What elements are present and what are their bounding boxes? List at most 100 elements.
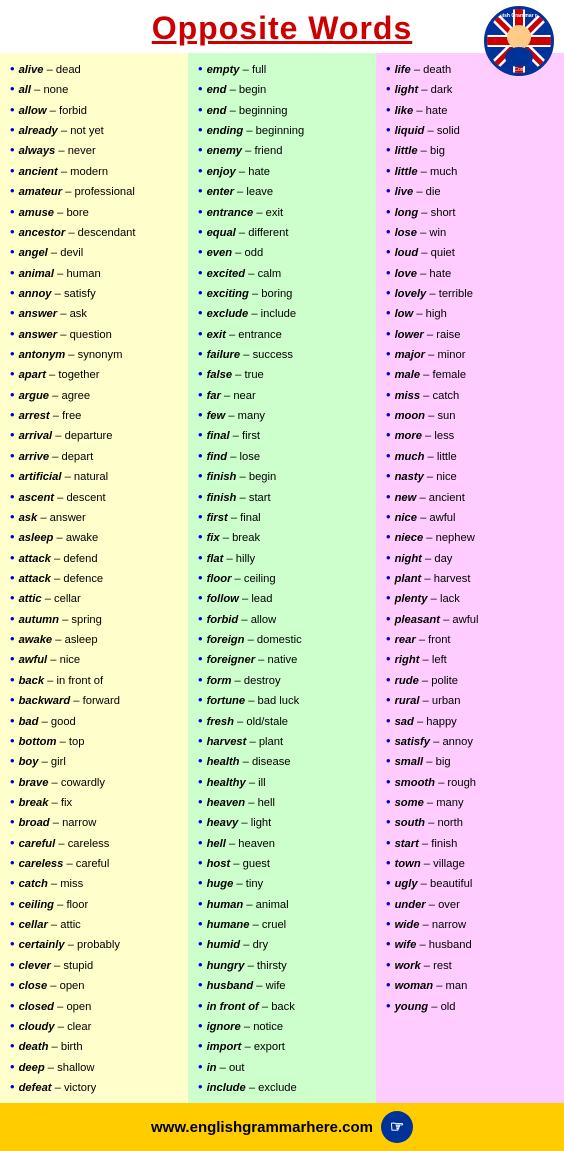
list-item: •flat – hilly xyxy=(196,548,372,568)
bullet: • xyxy=(198,140,203,160)
list-item: •some – many xyxy=(384,792,560,812)
word-plain: – rest xyxy=(424,958,452,975)
word-plain: – village xyxy=(424,856,465,873)
bullet: • xyxy=(386,588,391,608)
word-bold: in front of xyxy=(207,999,259,1016)
bullet: • xyxy=(10,588,15,608)
page-title: Opposite Words xyxy=(10,10,554,47)
word-plain: – tiny xyxy=(236,876,263,893)
word-bold: awake xyxy=(19,632,53,649)
word-bold: ask xyxy=(19,510,38,527)
word-plain: – big xyxy=(426,754,450,771)
word-plain: – terrible xyxy=(429,286,473,303)
word-plain: – disease xyxy=(243,754,291,771)
word-plain: – birth xyxy=(52,1039,83,1056)
list-item: •back – in front of xyxy=(8,670,184,690)
word-bold: far xyxy=(207,388,221,405)
word-bold: like xyxy=(395,103,414,120)
word-bold: humane xyxy=(207,917,250,934)
word-bold: plenty xyxy=(395,591,428,608)
word-plain: – die xyxy=(416,184,440,201)
word-plain: – victory xyxy=(55,1080,97,1097)
word-bold: ending xyxy=(207,123,244,140)
bullet: • xyxy=(10,344,15,364)
bullet: • xyxy=(386,690,391,710)
bullet: • xyxy=(386,711,391,731)
word-plain: – boring xyxy=(252,286,292,303)
word-bold: defeat xyxy=(19,1080,52,1097)
word-bold: form xyxy=(207,673,232,690)
bullet: • xyxy=(386,670,391,690)
word-bold: exciting xyxy=(207,286,249,303)
word-plain: – spring xyxy=(62,612,102,629)
word-bold: amuse xyxy=(19,205,54,222)
word-bold: angel xyxy=(19,245,48,262)
bullet: • xyxy=(10,59,15,79)
bullet: • xyxy=(198,222,203,242)
word-plain: – harvest xyxy=(424,571,470,588)
bullet: • xyxy=(10,853,15,873)
bullet: • xyxy=(198,487,203,507)
bullet: • xyxy=(386,772,391,792)
bullet: • xyxy=(10,222,15,242)
word-plain: – defence xyxy=(54,571,103,588)
word-plain: – fix xyxy=(52,795,73,812)
list-item: •failure – success xyxy=(196,344,372,364)
list-item: •town – village xyxy=(384,853,560,873)
list-item: •lovely – terrible xyxy=(384,283,560,303)
word-bold: alive xyxy=(19,62,44,79)
list-item: •human – animal xyxy=(196,894,372,914)
word-plain: – satisfy xyxy=(55,286,96,303)
word-bold: liquid xyxy=(395,123,425,140)
bullet: • xyxy=(10,711,15,731)
bullet: • xyxy=(10,731,15,751)
word-plain: – wife xyxy=(256,978,285,995)
word-plain: – export xyxy=(244,1039,284,1056)
word-bold: attic xyxy=(19,591,42,608)
list-item: •husband – wife xyxy=(196,975,372,995)
word-bold: fortune xyxy=(207,693,246,710)
bullet: • xyxy=(386,955,391,975)
bullet: • xyxy=(10,996,15,1016)
word-bold: right xyxy=(395,652,420,669)
word-bold: love xyxy=(395,266,417,283)
bullet: • xyxy=(386,303,391,323)
list-item: •closed – open xyxy=(8,996,184,1016)
word-plain: – much xyxy=(421,164,458,181)
bullet: • xyxy=(10,609,15,629)
bullet: • xyxy=(198,466,203,486)
word-bold: wife xyxy=(395,937,417,954)
word-plain: – beautiful xyxy=(421,876,473,893)
bullet: • xyxy=(198,792,203,812)
word-plain: – begin xyxy=(230,82,267,99)
word-plain: – hate xyxy=(420,266,451,283)
list-item: •always – never xyxy=(8,140,184,160)
list-item: •arrest – free xyxy=(8,405,184,425)
list-item: •clever – stupid xyxy=(8,955,184,975)
bullet: • xyxy=(10,466,15,486)
word-plain: – female xyxy=(423,367,466,384)
list-item: •moon – sun xyxy=(384,405,560,425)
list-item: •work – rest xyxy=(384,955,560,975)
list-item: •end – begin xyxy=(196,79,372,99)
word-bold: follow xyxy=(207,591,239,608)
word-plain: – answer xyxy=(40,510,85,527)
word-bold: loud xyxy=(395,245,419,262)
list-item: •even – odd xyxy=(196,242,372,262)
word-bold: lower xyxy=(395,327,424,344)
word-bold: antonym xyxy=(19,347,66,364)
word-plain: – probably xyxy=(68,937,120,954)
list-item: •excited – calm xyxy=(196,263,372,283)
bullet: • xyxy=(386,751,391,771)
bullet: • xyxy=(198,853,203,873)
list-item: •foreigner – native xyxy=(196,649,372,669)
bullet: • xyxy=(198,446,203,466)
bullet: • xyxy=(198,385,203,405)
word-bold: young xyxy=(395,999,429,1016)
word-plain: – light xyxy=(241,815,271,832)
word-bold: import xyxy=(207,1039,242,1056)
bullet: • xyxy=(198,731,203,751)
list-item: •fresh – old/stale xyxy=(196,711,372,731)
word-plain: – free xyxy=(53,408,82,425)
word-plain: – many xyxy=(228,408,265,425)
